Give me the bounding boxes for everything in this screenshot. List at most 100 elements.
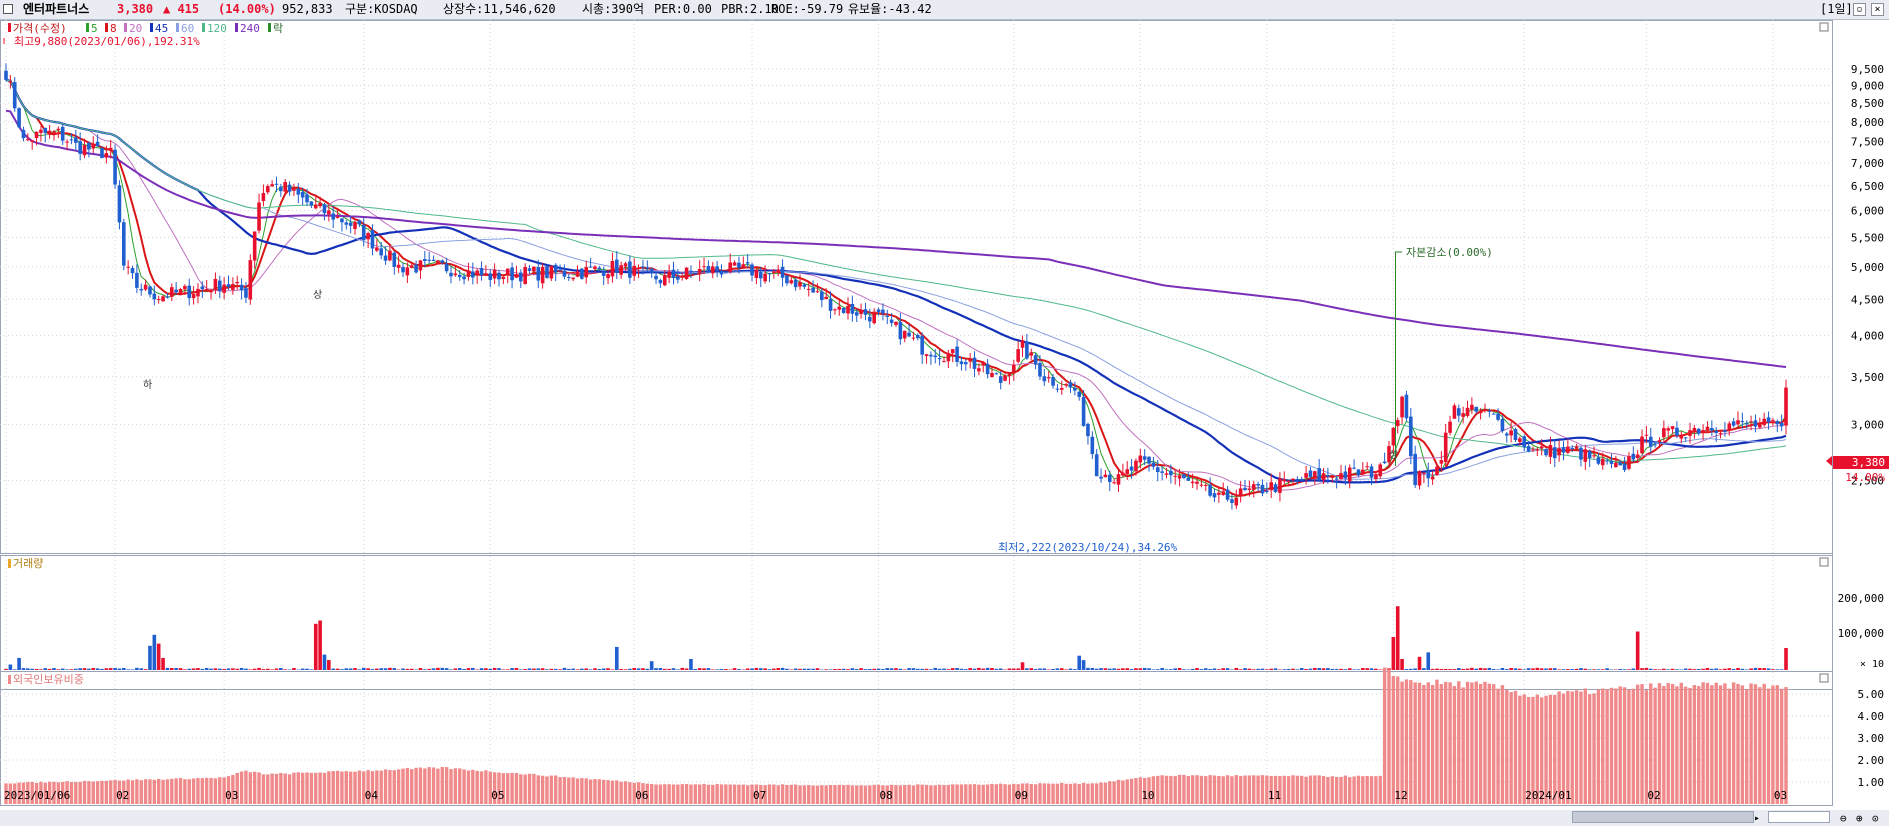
- volume-bar: [990, 667, 994, 670]
- candle-body: [916, 334, 920, 339]
- volume-bar: [614, 646, 619, 670]
- candle-body: [785, 275, 789, 284]
- volume-bar: [1321, 668, 1326, 670]
- volume-bar: [379, 668, 383, 670]
- foreign-holding-bar: [1234, 775, 1238, 804]
- candle-body: [283, 182, 288, 192]
- scroll-right-arrow-icon[interactable]: ▸: [1754, 813, 1760, 824]
- foreign-holding-bar: [536, 775, 540, 804]
- volume-bar: [881, 669, 885, 670]
- volume-bar: [1561, 669, 1566, 670]
- high-annotation: 최고9,880(2023/01/06),192.31%: [14, 35, 200, 48]
- foreign-holding-bar: [1365, 775, 1369, 804]
- foreign-holding-bar: [1042, 783, 1047, 804]
- foreign-holding-bar: [540, 775, 545, 804]
- foreign-holding-bar: [1535, 694, 1540, 804]
- foreign-holding-bar: [257, 772, 261, 804]
- volume-bar: [1609, 669, 1614, 670]
- foreign-holding-bar: [942, 784, 946, 804]
- scrollbar-thumb[interactable]: [1572, 811, 1754, 823]
- volume-bar: [344, 668, 349, 670]
- foreign-panel-max-icon[interactable]: [1819, 673, 1829, 683]
- minimize-icon[interactable]: ▫: [1853, 3, 1866, 16]
- zoom-reset-icon[interactable]: ⊙: [1872, 812, 1879, 825]
- volume-bar: [824, 669, 828, 670]
- volume-bar: [340, 669, 344, 670]
- foreign-holding-bar: [610, 780, 615, 804]
- volume-bar: [1016, 668, 1020, 670]
- foreign-holding-bar: [946, 784, 951, 804]
- candle-body: [558, 269, 562, 271]
- volume-bar: [863, 669, 868, 670]
- ma-60-line: [5, 79, 1787, 480]
- candle-body: [1561, 447, 1566, 453]
- candle-body: [431, 259, 436, 261]
- volume-bar: [8, 664, 13, 670]
- volume-bar: [1059, 668, 1064, 670]
- candle-body: [1500, 418, 1505, 432]
- low-annotation: 최저2,222(2023/10/24),34.26%: [998, 541, 1178, 554]
- foreign-holding-bar: [1583, 688, 1588, 804]
- foreign-axis-label: 4.00: [1858, 710, 1885, 723]
- foreign-holding-bar: [1749, 683, 1753, 804]
- candle-body: [1134, 460, 1138, 472]
- volume-bar: [235, 668, 240, 670]
- zoom-out-icon[interactable]: ⊖: [1840, 812, 1847, 825]
- foreign-holding-bar: [588, 779, 593, 804]
- foreign-holding-bar: [741, 784, 746, 804]
- volume-bar: [313, 623, 318, 670]
- candle-body: [1164, 473, 1169, 475]
- volume-bar: [1627, 669, 1631, 670]
- candle-body: [34, 131, 39, 139]
- zoom-slider[interactable]: [1768, 811, 1830, 823]
- candle-body: [1662, 428, 1666, 438]
- foreign-holding-bar: [248, 772, 253, 804]
- candle-body: [828, 299, 833, 311]
- period-button[interactable]: [1일]: [1820, 0, 1853, 19]
- date-axis-label: 03: [225, 789, 238, 802]
- legend-ma-label: 5: [91, 22, 98, 35]
- foreign-holding-bar: [1356, 775, 1361, 804]
- volume-bar: [1779, 669, 1784, 670]
- select-checkbox[interactable]: [3, 4, 13, 14]
- volume-bar: [1566, 669, 1570, 670]
- volume-bar: [1090, 667, 1095, 670]
- candle-body: [252, 231, 257, 261]
- foreign-holding-bar: [977, 784, 981, 804]
- foreign-holding-bar: [95, 781, 100, 804]
- foreign-holding-bar: [1705, 682, 1710, 804]
- volume-bar: [1731, 668, 1736, 670]
- zoom-in-icon[interactable]: ⊕: [1856, 812, 1863, 825]
- foreign-holding-bar: [1491, 684, 1496, 804]
- volume-panel-max-icon[interactable]: [1819, 557, 1829, 567]
- candle-body: [1426, 470, 1431, 479]
- candle-body: [549, 265, 554, 279]
- volume-bar: [130, 669, 135, 670]
- candle-body: [907, 332, 911, 337]
- foreign-holding-bar: [789, 784, 793, 804]
- volume-bar: [689, 659, 693, 670]
- volume-bar: [998, 668, 1003, 670]
- volume-bar: [100, 668, 104, 670]
- candle-body: [1107, 474, 1112, 483]
- foreign-holding-bar: [1487, 683, 1492, 804]
- foreign-holding-bar: [1710, 685, 1714, 804]
- foreign-holding-bar: [1317, 775, 1321, 804]
- volume-bar: [929, 669, 933, 670]
- volume-bar: [1374, 668, 1378, 670]
- foreign-holding-bar: [1413, 682, 1417, 804]
- foreign-holding-bar: [1426, 682, 1430, 804]
- candle-body: [1217, 492, 1221, 495]
- price-panel-max-icon[interactable]: [1819, 22, 1829, 32]
- stock-chart[interactable]: 가격(수정) 5 8 20 45 60 120 240 락 최고9,880(2023/01/0…: [0, 20, 1889, 826]
- candle-body: [1465, 407, 1470, 416]
- candle-body: [523, 267, 527, 284]
- foreign-holding-bar: [449, 769, 453, 804]
- foreign-holding-bar: [689, 784, 693, 804]
- stock-name[interactable]: 엔터파트너스: [23, 0, 89, 19]
- foreign-holding-bar: [1522, 694, 1526, 804]
- close-icon[interactable]: ×: [1871, 3, 1884, 16]
- volume-bar: [91, 667, 96, 670]
- candle-body: [815, 291, 820, 293]
- candle-body: [69, 139, 74, 141]
